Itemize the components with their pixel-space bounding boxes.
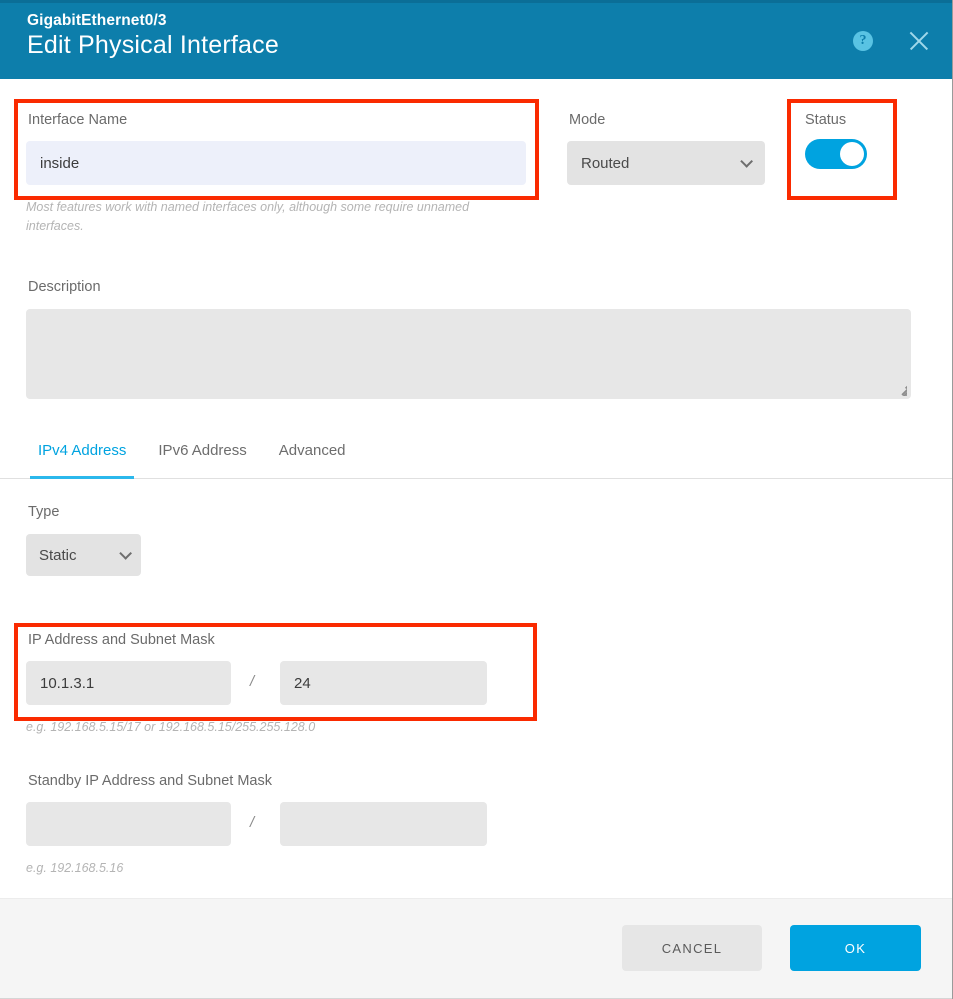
resize-handle-icon[interactable] bbox=[893, 382, 907, 396]
description-textarea[interactable] bbox=[26, 309, 911, 399]
standby-subnet-mask-input[interactable] bbox=[280, 802, 487, 846]
ip-address-input[interactable] bbox=[26, 661, 231, 705]
dialog-subtitle: GigabitEthernet0/3 bbox=[27, 12, 167, 29]
description-label: Description bbox=[28, 279, 101, 295]
interface-name-input[interactable] bbox=[26, 141, 526, 185]
mode-select[interactable]: Routed bbox=[567, 141, 765, 185]
tab-ipv6-address[interactable]: IPv6 Address bbox=[142, 434, 262, 479]
standby-ip-hint: e.g. 192.168.5.16 bbox=[26, 861, 124, 875]
status-label: Status bbox=[805, 112, 847, 128]
interface-name-label: Interface Name bbox=[28, 112, 128, 128]
dialog-body: Interface Name Most features work with n… bbox=[0, 79, 952, 898]
type-selected-value: Static bbox=[39, 546, 77, 564]
mode-selected-value: Routed bbox=[581, 154, 630, 172]
edit-physical-interface-dialog: GigabitEthernet0/3 Edit Physical Interfa… bbox=[0, 0, 953, 999]
dialog-footer: CANCEL OK bbox=[0, 898, 952, 999]
standby-ip-address-input[interactable] bbox=[26, 802, 231, 846]
status-toggle-knob bbox=[840, 142, 864, 166]
cancel-button[interactable]: CANCEL bbox=[622, 925, 762, 971]
standby-ip-address-label: Standby IP Address and Subnet Mask bbox=[28, 773, 272, 789]
description-textarea-wrapper[interactable] bbox=[26, 309, 911, 399]
ip-address-label: IP Address and Subnet Mask bbox=[28, 632, 215, 648]
close-icon[interactable] bbox=[907, 30, 929, 52]
header-actions: ? bbox=[853, 30, 929, 52]
address-tabs: IPv4 Address IPv6 Address Advanced bbox=[0, 434, 952, 479]
status-toggle[interactable] bbox=[805, 139, 867, 169]
type-select[interactable]: Static bbox=[26, 534, 141, 576]
type-label: Type bbox=[28, 504, 60, 520]
mode-label: Mode bbox=[569, 112, 606, 128]
standby-ip-separator: / bbox=[250, 814, 255, 831]
tab-advanced[interactable]: Advanced bbox=[263, 434, 362, 479]
ok-button[interactable]: OK bbox=[790, 925, 921, 971]
chevron-down-icon bbox=[740, 154, 753, 168]
tab-ipv4-address[interactable]: IPv4 Address bbox=[22, 434, 142, 479]
dialog-header: GigabitEthernet0/3 Edit Physical Interfa… bbox=[0, 0, 952, 79]
ip-address-hint: e.g. 192.168.5.15/17 or 192.168.5.15/255… bbox=[26, 720, 316, 734]
subnet-mask-input[interactable] bbox=[280, 661, 487, 705]
ip-address-separator: / bbox=[250, 673, 255, 690]
dialog-title: Edit Physical Interface bbox=[27, 31, 279, 59]
interface-name-hint: Most features work with named interfaces… bbox=[26, 200, 470, 234]
chevron-down-icon bbox=[119, 546, 132, 560]
help-circle-icon[interactable]: ? bbox=[853, 31, 873, 51]
